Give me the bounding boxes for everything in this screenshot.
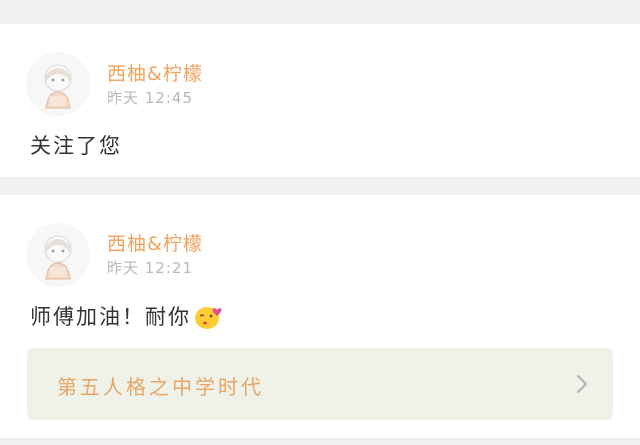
timestamp: 昨天 12:21: [107, 259, 193, 277]
chevron-right-icon: [576, 374, 588, 394]
link-title: 第五人格之中学时代: [57, 375, 264, 399]
feed-card: 西柚&柠檬 昨天 12:21 师傅加油！耐你 第五人格之中学时代: [0, 195, 640, 438]
avatar[interactable]: [26, 52, 90, 116]
post-content: 师傅加油！耐你: [30, 301, 225, 331]
avatar-illustration-icon: [44, 64, 72, 109]
avatar[interactable]: [26, 223, 90, 287]
post-text: 师傅加油！耐你: [30, 305, 191, 329]
avatar-illustration-icon: [44, 235, 72, 280]
kiss-emoji-icon: [193, 302, 225, 330]
username[interactable]: 西柚&柠檬: [107, 229, 203, 256]
post-content: 关注了您: [30, 134, 122, 158]
username[interactable]: 西柚&柠檬: [107, 59, 203, 86]
feed-card: 西柚&柠檬 昨天 12:45 关注了您: [0, 24, 640, 177]
link-card[interactable]: 第五人格之中学时代: [27, 348, 613, 420]
timestamp: 昨天 12:45: [107, 89, 193, 107]
